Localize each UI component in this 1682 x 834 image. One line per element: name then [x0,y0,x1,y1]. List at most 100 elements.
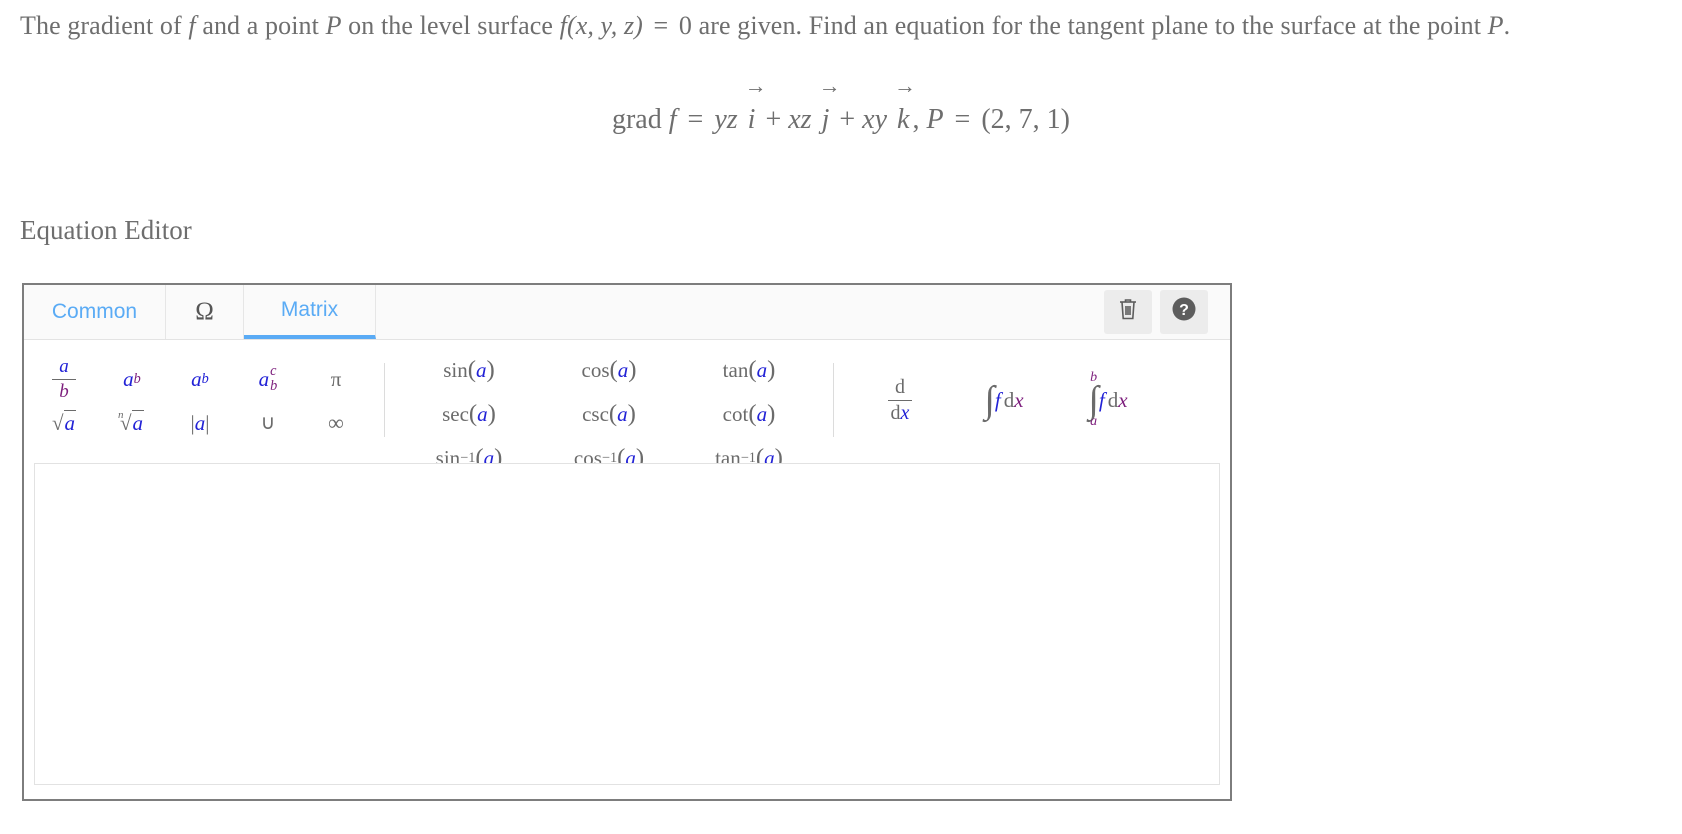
symbol-palette: a b √a ab n √a ab |a| acb ∪ π ∞ sin (a … [24,340,1230,469]
infinity-glyph: ∞ [328,410,344,435]
tab-symbols-omega[interactable]: Ω [166,285,244,339]
palette-item-definite-integral[interactable]: b ∫ a fdx [1056,357,1160,443]
formula-plus-1: + [765,104,782,135]
question-text-4: are given. Find an equation for the tang… [698,11,1482,40]
derivative-denominator-d: d [890,401,901,424]
palette-item-indefinite-integral[interactable]: ∫ f d x [952,357,1056,443]
palette-item-infinity[interactable]: ∞ [302,401,370,445]
question-func-f: f [559,11,567,40]
tabbar-spacer: ? [376,285,1230,339]
unit-vector-k: → k [894,75,916,140]
tab-common[interactable]: Common [24,285,166,339]
term3-coefficient: xy [862,104,887,135]
csc-arg: a [617,401,628,426]
indefinite-differential-var: x [1014,387,1024,412]
question-zero: 0 [678,11,693,40]
palette-item-cos[interactable]: cos(a) [539,348,679,392]
palette-divider-2 [833,363,834,437]
integral-sign: ∫ [1088,378,1099,421]
nth-root-radicand: a [132,410,144,435]
csc-name: csc [582,401,609,426]
definite-integral-sign-with-limits: b ∫ a [1088,370,1099,429]
palette-group-basic: a b √a ab n √a ab |a| acb ∪ π ∞ [30,355,370,445]
cos-name: cos [581,357,610,382]
equation-editor-title: Equation Editor [20,215,192,245]
point-label: P [926,104,944,135]
integral-sign: ∫ [984,378,995,421]
tan-name: tan [722,357,749,382]
derivative-numerator: d [895,375,905,398]
unit-vector-i-letter: i [747,104,756,135]
union-glyph: ∪ [260,412,276,434]
point-coordinates: (2, 7, 1) [981,104,1070,135]
derivative-denominator-var: x [900,401,910,424]
formula-equals: = [687,104,704,135]
vector-arrow-icon: → [818,73,841,98]
subsup-superscript: c [270,363,277,380]
unit-vector-j-letter: j [821,104,830,135]
tab-matrix[interactable]: Matrix [244,285,376,339]
palette-item-absolute-value[interactable]: |a| [166,401,234,445]
subscript-index: b [201,370,209,387]
palette-item-sec[interactable]: sec(a) [399,392,539,436]
question-period: . [1503,11,1511,40]
palette-item-pi[interactable]: π [302,357,370,401]
cos-arg: a [617,357,629,382]
unit-vector-i: → i [745,75,767,140]
definite-differential-var: x [1118,387,1128,412]
palette-item-power[interactable]: ab [98,357,166,401]
help-icon: ? [1171,296,1197,328]
palette-item-sin[interactable]: sin(a) [399,348,539,392]
question-var-P: P [325,11,342,40]
formula-f: f [668,104,677,135]
cot-name: cot [722,401,749,426]
given-formula: grad f = yz → i + xz → j + xy → k, P = (2, … [0,75,1682,140]
question-var-f: f [188,11,196,40]
question-text-2: and a point [202,11,319,40]
palette-item-sub-superscript[interactable]: acb [234,357,302,401]
unit-vector-k-letter: k [897,104,910,135]
palette-item-nth-root[interactable]: n √a [98,401,166,445]
palette-item-subscript[interactable]: ab [166,357,234,401]
help-button[interactable]: ? [1160,290,1208,334]
formula-plus-2: + [839,104,856,135]
palette-item-union[interactable]: ∪ [234,401,302,445]
subscript-base: a [191,366,202,391]
fraction-bar [52,378,76,380]
abs-argument: a [194,410,206,435]
subsup-base: a [258,366,270,391]
palette-item-fraction[interactable]: a b [30,355,98,401]
point-equals: = [954,104,971,135]
power-base: a [123,366,134,391]
palette-item-tan[interactable]: tan(a) [679,348,819,392]
question-text-3: on the level surface [348,11,554,40]
sin-name: sin [443,357,468,382]
question-func-args: (x, y, z) [566,11,643,40]
fraction-numerator: a [59,355,69,377]
sec-name: sec [442,401,469,426]
indefinite-differential-d: d [1003,387,1015,412]
definite-differential-d: d [1107,387,1119,412]
palette-item-square-root[interactable]: √a [30,401,98,445]
subsup-subscript: b [270,378,278,394]
palette-item-derivative[interactable]: d dx [848,357,952,443]
equation-input-area[interactable] [34,463,1220,785]
clear-button[interactable] [1104,290,1152,334]
editor-tool-buttons: ? [1104,290,1230,334]
term2-coefficient: xz [788,104,812,135]
equation-editor-panel: Common Ω Matrix ? a b √a a b n √a a b |a… [22,283,1232,801]
formula-comma: , [912,104,920,135]
nth-root-index: n [117,408,124,421]
palette-item-csc[interactable]: csc(a) [539,392,679,436]
question-equals: = [653,11,669,40]
editor-tabbar: Common Ω Matrix ? [24,285,1230,340]
question-statement: The gradient of f and a point P on the l… [20,8,1510,44]
power-exponent: b [133,370,141,387]
palette-item-cot[interactable]: cot(a) [679,392,819,436]
grad-operator: grad [611,104,662,135]
svg-text:?: ? [1179,302,1189,319]
vector-arrow-icon: → [894,73,916,98]
trash-icon [1117,297,1139,327]
sqrt-radicand: a [64,410,76,435]
palette-group-calculus: d dx ∫ f d x b ∫ a fdx [848,357,1160,443]
